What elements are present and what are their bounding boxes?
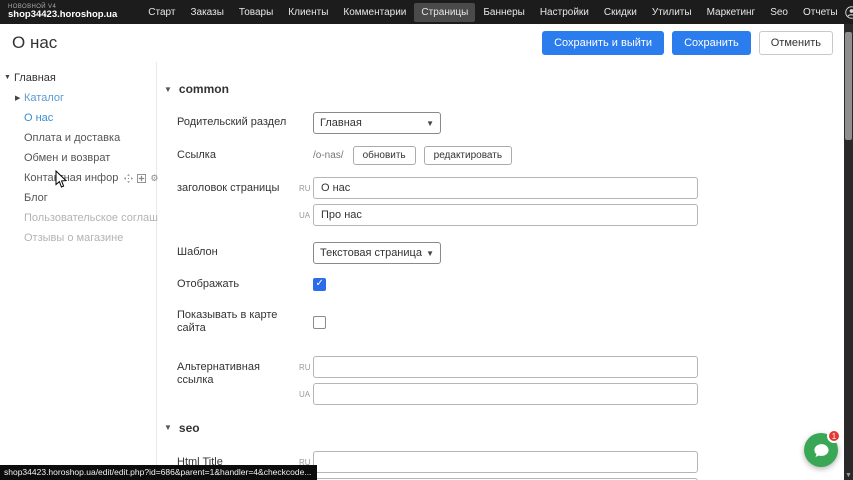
chevron-down-icon: ▼ — [164, 423, 172, 432]
nav-item-utilities[interactable]: Утилиты — [645, 3, 699, 22]
select-value: Главная — [320, 117, 362, 129]
lang-label-ru: RU — [299, 183, 313, 193]
field-label: Альтернативная ссылка — [177, 356, 299, 387]
page-edit-form: ▼ common Родительский раздел Главная ▼ С… — [158, 62, 845, 480]
nav-item-discounts[interactable]: Скидки — [597, 3, 644, 22]
support-chat-button[interactable]: 1 — [804, 433, 838, 467]
tree-item-label: Отзывы о магазине — [24, 232, 123, 244]
tree-item-contact-info[interactable]: Контактная инфор ⚙ — [0, 168, 156, 188]
nav-item-settings[interactable]: Настройки — [533, 3, 596, 22]
scrollbar-down-arrow-icon[interactable]: ▼ — [844, 472, 853, 479]
alt-link-ua-input[interactable] — [313, 383, 698, 405]
browser-status-bar: shop34423.horoshop.ua/edit/edit.php?id=6… — [0, 465, 317, 480]
section-common-header[interactable]: ▼ common — [158, 82, 845, 96]
chevron-down-icon[interactable]: ▼ — [4, 74, 11, 81]
chat-unread-badge: 1 — [827, 429, 841, 443]
refresh-link-button[interactable]: обновить — [353, 146, 416, 165]
page-title-ua-input[interactable] — [313, 204, 698, 226]
nav-item-banners[interactable]: Баннеры — [476, 3, 531, 22]
save-and-exit-button[interactable]: Сохранить и выйти — [542, 31, 664, 55]
tree-item-label: Каталог — [24, 92, 64, 104]
chevron-down-icon: ▼ — [164, 85, 172, 94]
field-label: Ссылка — [177, 149, 299, 162]
scrollbar-thumb[interactable] — [845, 32, 852, 140]
nav-item-seo[interactable]: Seo — [763, 3, 795, 22]
tree-item-label: Контактная инфор — [24, 172, 118, 184]
nav-item-pages[interactable]: Страницы — [414, 3, 475, 22]
tree-item-exchange-return[interactable]: Обмен и возврат — [0, 148, 156, 168]
sitemap-row: Показывать в карте сайта — [158, 309, 845, 335]
page-title-ru-input[interactable] — [313, 177, 698, 199]
tree-item-blog[interactable]: Блог — [0, 188, 156, 208]
tree-item-catalog[interactable]: ▶ Каталог — [0, 88, 156, 108]
tree-item-user-agreement[interactable]: Пользовательское соглашение — [0, 208, 156, 228]
section-seo-header[interactable]: ▼ seo — [158, 421, 845, 435]
tree-item-payment-delivery[interactable]: Оплата и доставка — [0, 128, 156, 148]
pages-tree-sidebar: ▼ Главная ▶ Каталог О нас Оплата и доста… — [0, 62, 157, 480]
nav-item-products[interactable]: Товары — [232, 3, 280, 22]
field-label: Шаблон — [177, 246, 299, 259]
user-account-icon[interactable] — [845, 6, 853, 19]
parent-section-row: Родительский раздел Главная ▼ — [158, 112, 845, 134]
nav-item-comments[interactable]: Комментарии — [336, 3, 413, 22]
add-subpage-icon[interactable] — [137, 174, 146, 183]
brand-logo[interactable]: НОВОВНОЙ V4 shop34423.horoshop.ua — [0, 4, 127, 20]
top-bar: НОВОВНОЙ V4 shop34423.horoshop.ua Старт … — [0, 0, 853, 24]
nav-item-start[interactable]: Старт — [141, 3, 182, 22]
page-url-value: /o-nas/ — [313, 150, 344, 161]
cancel-button[interactable]: Отменить — [759, 31, 833, 55]
tree-item-label: О нас — [24, 112, 53, 124]
tree-item-label: Главная — [14, 72, 56, 84]
field-label: Показывать в карте сайта — [177, 309, 299, 335]
display-checkbox[interactable] — [313, 278, 326, 291]
display-row: Отображать — [158, 278, 845, 291]
nav-item-marketing[interactable]: Маркетинг — [700, 3, 763, 22]
tree-item-label: Блог — [24, 192, 48, 204]
tree-item-label: Оплата и доставка — [24, 132, 120, 144]
lang-label-ua: UA — [299, 389, 313, 399]
template-select[interactable]: Текстовая страница ▼ — [313, 242, 441, 264]
lang-label-ua: UA — [299, 210, 313, 220]
chat-bubble-icon — [813, 442, 830, 459]
parent-section-select[interactable]: Главная ▼ — [313, 112, 441, 134]
page-title-row: заголовок страницы RU UA — [158, 177, 845, 226]
nav-item-reports[interactable]: Отчеты — [796, 3, 845, 22]
nav-item-clients[interactable]: Клиенты — [281, 3, 335, 22]
alt-link-ru-input[interactable] — [313, 356, 698, 378]
field-label: заголовок страницы — [177, 177, 299, 195]
field-label: Отображать — [177, 278, 299, 291]
save-button[interactable]: Сохранить — [672, 31, 751, 55]
tree-item-home[interactable]: ▼ Главная — [0, 68, 156, 88]
section-title: common — [179, 82, 229, 96]
move-icon[interactable] — [124, 174, 133, 183]
page-scrollbar[interactable]: ▼ — [844, 24, 853, 480]
link-row: Ссылка /o-nas/ обновить редактировать — [158, 146, 845, 165]
select-value: Текстовая страница — [320, 247, 422, 259]
template-row: Шаблон Текстовая страница ▼ — [158, 242, 845, 264]
lang-label-ru: RU — [299, 362, 313, 372]
page-title: О нас — [12, 33, 57, 53]
top-nav: Старт Заказы Товары Клиенты Комментарии … — [141, 3, 844, 22]
tree-item-shop-reviews[interactable]: Отзывы о магазине — [0, 228, 156, 248]
page-header: О нас Сохранить и выйти Сохранить Отмени… — [0, 24, 845, 62]
sitemap-checkbox[interactable] — [313, 316, 326, 329]
nav-item-orders[interactable]: Заказы — [183, 3, 230, 22]
chevron-down-icon: ▼ — [426, 249, 434, 258]
logo-shop-name: shop34423.horoshop.ua — [8, 10, 117, 20]
tree-item-about[interactable]: О нас — [0, 108, 156, 128]
header-actions: Сохранить и выйти Сохранить Отменить — [542, 31, 833, 55]
tree-item-label: Обмен и возврат — [24, 152, 110, 164]
topbar-icon-group — [845, 6, 853, 19]
alt-link-row: Альтернативная ссылка RU UA — [158, 356, 845, 405]
chevron-down-icon: ▼ — [426, 119, 434, 128]
field-label: Родительский раздел — [177, 116, 299, 129]
section-title: seo — [179, 421, 200, 435]
edit-link-button[interactable]: редактировать — [424, 146, 512, 165]
admin-page: НОВОВНОЙ V4 shop34423.horoshop.ua Старт … — [0, 0, 853, 480]
chevron-right-icon[interactable]: ▶ — [15, 94, 20, 102]
html-title-ru-input[interactable] — [313, 451, 698, 473]
